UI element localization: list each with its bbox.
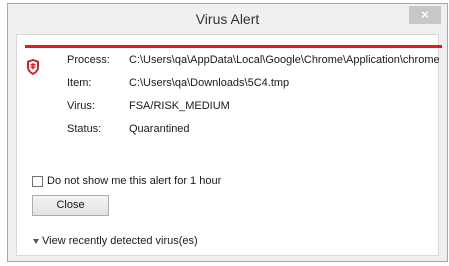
alert-red-divider [25,45,442,48]
title-bar: Virus Alert × [8,4,447,34]
process-label: Process: [67,54,110,66]
suppress-alert-option[interactable]: Do not show me this alert for 1 hour [32,175,221,187]
detail-row-virus: Virus: FSA/RISK_MEDIUM [67,100,439,123]
virus-label: Virus: [67,100,95,112]
view-recent-viruses-label[interactable]: View recently detected virus(es) [42,235,198,247]
detail-row-status: Status: Quarantined [67,123,439,146]
process-value: C:\Users\qa\AppData\Local\Google\Chrome\… [129,54,439,66]
suppress-alert-checkbox[interactable] [32,175,43,187]
item-label: Item: [67,77,92,89]
alert-content-panel: Process: C:\Users\qa\AppData\Local\Google… [16,34,442,256]
detail-row-item: Item: C:\Users\qa\Downloads\5C4.tmp [67,77,439,100]
status-value: Quarantined [129,123,190,135]
close-icon[interactable]: × [409,6,441,24]
view-recent-viruses-expander[interactable]: View recently detected virus(es) [33,235,198,247]
virus-value: FSA/RISK_MEDIUM [129,100,230,112]
triangle-down-icon[interactable] [33,238,39,244]
item-value: C:\Users\qa\Downloads\5C4.tmp [129,77,290,89]
shield-icon [27,59,39,75]
window-title: Virus Alert [195,11,260,27]
virus-alert-dialog: Virus Alert × Process: C:\Users\qa\AppDat… [7,3,448,262]
status-label: Status: [67,123,102,135]
detail-row-process: Process: C:\Users\qa\AppData\Local\Google… [67,54,439,77]
suppress-alert-label[interactable]: Do not show me this alert for 1 hour [47,175,221,187]
close-button[interactable]: Close [32,195,109,216]
detection-details: Process: C:\Users\qa\AppData\Local\Google… [67,54,439,146]
